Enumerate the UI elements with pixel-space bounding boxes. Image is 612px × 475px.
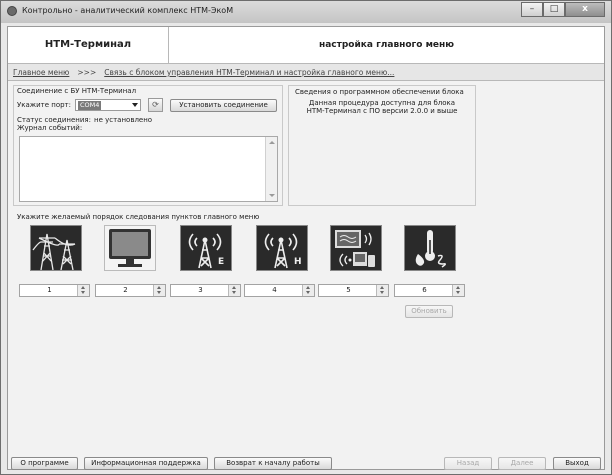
software-info-title: Сведения о программном обеспечении блока [295, 88, 464, 96]
refresh-button[interactable]: Обновить [405, 305, 453, 318]
log-scrollbar[interactable] [265, 137, 277, 201]
port-select[interactable]: COM4 [75, 99, 141, 111]
menu-order-stepper-1[interactable]: 1 [19, 284, 90, 297]
status-label: Статус соединения: [17, 116, 91, 124]
software-info-line2: НТМ-Терминал с ПО версии 2.0.0 и выше [306, 107, 458, 115]
breadcrumb: Главное меню >>> Связь с блоком управления… [8, 64, 604, 81]
log-label: Журнал событий: [17, 124, 83, 132]
svg-text:H: H [294, 257, 302, 267]
support-button[interactable]: Информационная поддержка [84, 457, 208, 470]
menu-order-value: 5 [346, 286, 351, 294]
monitor-icon[interactable] [104, 225, 156, 271]
menu-order-stepper-5[interactable]: 5 [318, 284, 389, 297]
menu-order-value: 4 [272, 286, 277, 294]
spin-arrows-icon[interactable] [302, 285, 314, 296]
header-left-title: НТМ-Терминал [8, 27, 169, 63]
menu-order-stepper-4[interactable]: 4 [244, 284, 315, 297]
app-icon [7, 6, 17, 16]
devices-wireless-icon[interactable] [330, 225, 382, 271]
back-button[interactable]: Назад [444, 457, 492, 470]
close-button[interactable]: x [565, 2, 605, 17]
connection-title: Соединение с БУ НТМ-Терминал [17, 87, 137, 95]
menu-order-value: 6 [422, 286, 427, 294]
port-value: COM4 [78, 101, 102, 110]
window-title: Контрольно - аналитический комплекс НТМ-… [22, 6, 234, 15]
refresh-ports-icon[interactable]: ⟳ [148, 98, 163, 112]
spin-arrows-icon[interactable] [376, 285, 388, 296]
svg-text:E: E [218, 257, 224, 267]
minimize-button[interactable]: – [521, 2, 543, 17]
exit-button[interactable]: Выход [553, 457, 601, 470]
power-lines-icon[interactable] [30, 225, 82, 271]
spin-arrows-icon[interactable] [452, 285, 464, 296]
menu-order-value: 1 [47, 286, 52, 294]
event-log[interactable] [19, 136, 278, 202]
radio-tower-h-icon[interactable]: H [256, 225, 308, 271]
menu-order-stepper-6[interactable]: 6 [394, 284, 465, 297]
software-info-panel: Сведения о программном обеспечении блока… [288, 85, 476, 206]
spin-arrows-icon[interactable] [228, 285, 240, 296]
about-button[interactable]: О программе [11, 457, 78, 470]
menu-order-value: 2 [123, 286, 128, 294]
header: НТМ-Терминал настройка главного меню [8, 27, 604, 64]
thermometer-drop-icon[interactable] [404, 225, 456, 271]
menu-order-stepper-2[interactable]: 2 [95, 284, 166, 297]
client-area: НТМ-Терминал настройка главного меню Гла… [7, 26, 605, 470]
spin-arrows-icon[interactable] [153, 285, 165, 296]
breadcrumb-home-link[interactable]: Главное меню [13, 68, 69, 77]
scroll-up-icon [269, 141, 275, 144]
maximize-button[interactable]: □ [543, 2, 565, 17]
connect-button[interactable]: Установить соединение [170, 99, 277, 112]
software-info-line1: Данная процедура доступна для блока [308, 99, 456, 107]
title-bar[interactable]: Контрольно - аналитический комплекс НТМ-… [1, 1, 611, 23]
spin-arrows-icon[interactable] [77, 285, 89, 296]
breadcrumb-separator: >>> [77, 68, 97, 77]
radio-tower-e-icon[interactable]: E [180, 225, 232, 271]
back-to-start-button[interactable]: Возврат к началу работы [214, 457, 332, 470]
app-window: Контрольно - аналитический комплекс НТМ-… [0, 0, 612, 475]
next-button[interactable]: Далее [498, 457, 546, 470]
footer-bar: О программе Информационная поддержка Воз… [8, 457, 604, 470]
menu-order-value: 3 [198, 286, 203, 294]
port-label: Укажите порт: [17, 101, 71, 109]
scroll-down-icon [269, 194, 275, 197]
status-value: не установлено [94, 116, 153, 124]
header-right-title: настройка главного меню [319, 40, 454, 50]
menu-order-label: Укажите желаемый порядок следования пунк… [17, 213, 260, 221]
connection-panel: Соединение с БУ НТМ-Терминал Укажите пор… [13, 85, 283, 206]
breadcrumb-current-link[interactable]: Связь с блоком управления НТМ-Терминал и… [104, 68, 394, 77]
menu-order-stepper-3[interactable]: 3 [170, 284, 241, 297]
chevron-down-icon [132, 103, 138, 107]
